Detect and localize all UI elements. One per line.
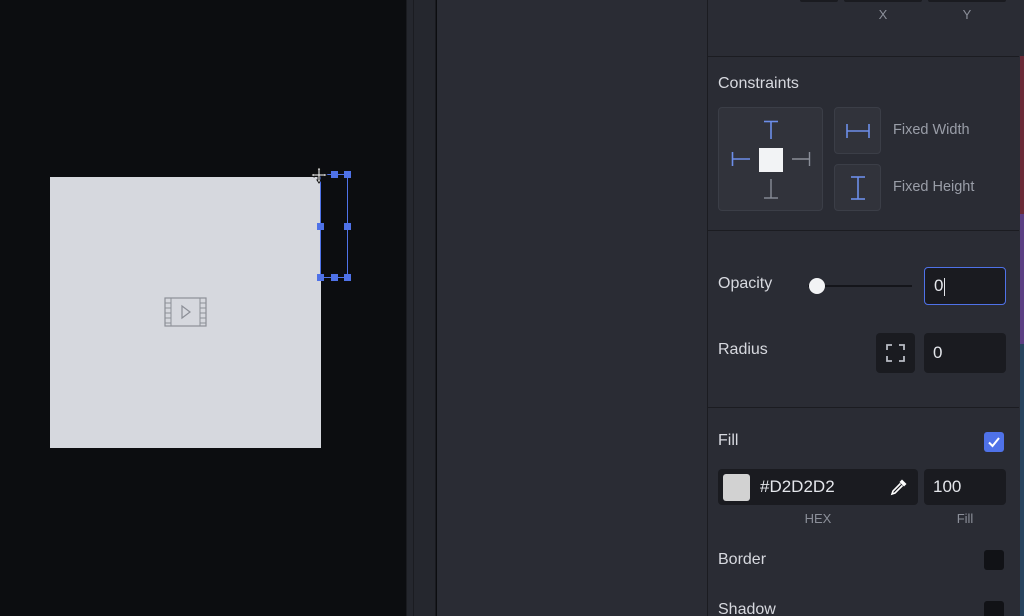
radius-input[interactable]: 0 (924, 333, 1006, 373)
text-caret (944, 277, 946, 296)
opacity-input[interactable]: 0 (924, 267, 1006, 305)
edge-accent (1020, 344, 1024, 616)
shadow-label: Shadow (718, 601, 776, 616)
radius-value: 0 (933, 343, 943, 362)
y-input[interactable] (928, 0, 1006, 2)
hex-color-field[interactable]: #D2D2D2 (718, 469, 918, 505)
fixed-width-button[interactable] (834, 107, 881, 154)
constraint-center-box (759, 148, 783, 172)
edge-accent (1020, 214, 1024, 344)
resize-handle-top-right[interactable] (344, 171, 351, 178)
section-divider (708, 407, 1019, 408)
hex-value: #D2D2D2 (760, 477, 835, 496)
fill-checkbox[interactable] (984, 432, 1004, 452)
fixed-height-label: Fixed Height (893, 179, 975, 195)
move-cursor-icon (310, 166, 328, 184)
design-canvas[interactable] (0, 0, 406, 616)
fill-amount-caption: Fill (956, 511, 974, 526)
resize-handle-bottom-left[interactable] (317, 274, 324, 281)
inspector-panel: X Y Constraints Fixed Width Fixed Height… (708, 0, 1019, 616)
video-play-icon (164, 297, 207, 327)
x-caption: X (878, 7, 888, 22)
fill-amount-value: 100 (933, 477, 962, 496)
checkmark-icon (988, 437, 1000, 448)
fixed-width-icon (846, 124, 870, 138)
layers-panel (437, 0, 708, 616)
corner-radius-icon (886, 344, 905, 362)
panel-divider[interactable] (406, 0, 436, 616)
fixed-width-label: Fixed Width (893, 122, 970, 138)
resize-handle-mid-left[interactable] (317, 223, 324, 230)
fixed-height-button[interactable] (834, 164, 881, 211)
fill-amount-input[interactable]: 100 (924, 469, 1006, 505)
y-caption: Y (962, 7, 972, 22)
border-label: Border (718, 551, 767, 568)
constraint-bottom-icon[interactable] (762, 178, 780, 200)
resize-handle-bottom-mid[interactable] (331, 274, 338, 281)
eyedropper-icon[interactable] (889, 477, 909, 497)
hex-caption: HEX (804, 511, 832, 526)
corner-radius-button[interactable] (876, 333, 915, 373)
border-checkbox[interactable] (984, 550, 1004, 570)
constraint-top-icon[interactable] (762, 120, 780, 140)
fill-color-swatch[interactable] (723, 474, 750, 501)
constraints-title: Constraints (718, 75, 799, 92)
opacity-label: Opacity (718, 275, 773, 292)
x-input[interactable] (844, 0, 922, 2)
section-divider (708, 230, 1019, 231)
opacity-slider-knob[interactable] (809, 278, 825, 294)
edge-accent (1020, 56, 1024, 214)
constraint-widget (718, 107, 823, 211)
position-stepper[interactable] (800, 0, 838, 2)
fill-label: Fill (718, 432, 739, 449)
radius-label: Radius (718, 341, 768, 358)
opacity-value: 0 (934, 276, 944, 295)
fixed-height-icon (851, 176, 865, 200)
section-divider (708, 56, 1019, 57)
constraint-right-icon[interactable] (791, 150, 811, 168)
video-placeholder-frame[interactable] (50, 177, 321, 448)
resize-handle-bottom-right[interactable] (344, 274, 351, 281)
shadow-checkbox[interactable] (984, 601, 1004, 616)
resize-handle-mid-right[interactable] (344, 223, 351, 230)
constraint-left-icon[interactable] (731, 150, 751, 168)
resize-handle-top-mid[interactable] (331, 171, 338, 178)
